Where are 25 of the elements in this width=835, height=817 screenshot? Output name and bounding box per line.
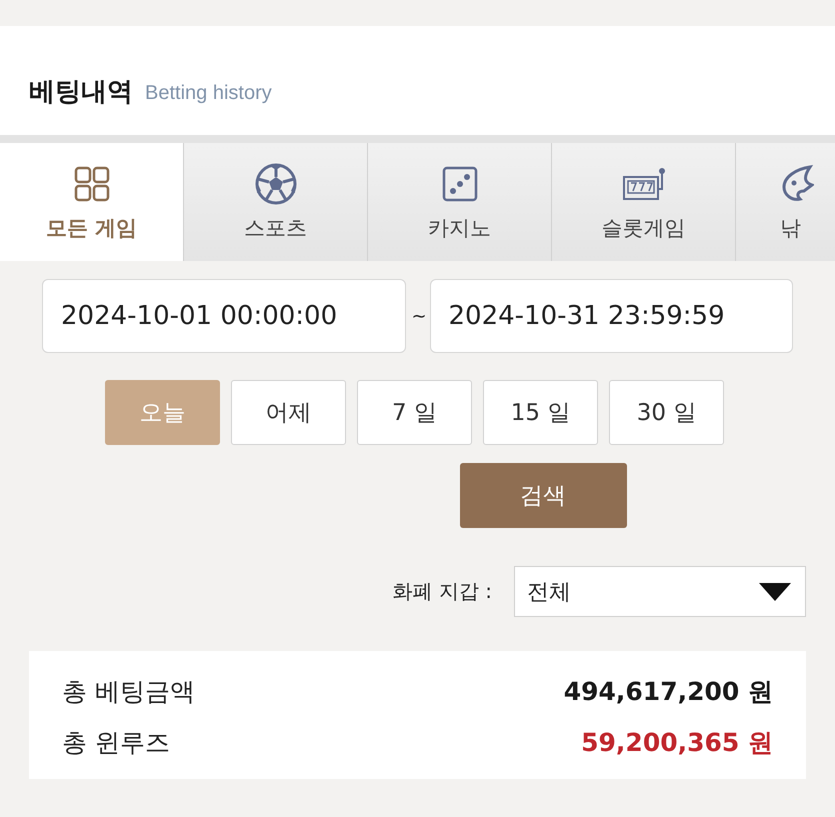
page-title: 베팅내역 [29,76,133,109]
soccer-ball-icon [254,163,296,205]
summary-label: 총 윈루즈 [62,727,170,759]
dice-icon [442,166,478,202]
date-range-button[interactable]: 어제 [231,380,346,445]
game-tab[interactable]: 슬롯게임 [552,143,736,261]
summary-value: 59,200,365 원 [581,727,773,759]
date-range-button[interactable]: 15 일 [483,380,598,445]
dropdown-arrow-icon [759,582,791,600]
currency-dropdown[interactable]: 전체 [514,566,806,617]
currency-label: 화폐 지갑 : [392,578,492,605]
game-tab[interactable]: 모든 게임 [0,143,184,261]
date-range-button[interactable]: 30 일 [609,380,724,445]
start-date-field[interactable]: 2024-10-01 00:00:00 [42,279,406,353]
summary-label: 총 베팅금액 [62,676,195,708]
range-separator: ~ [412,306,424,326]
end-date-field[interactable]: 2024-10-31 23:59:59 [430,279,793,353]
grid-icon [74,166,110,202]
slot-machine-icon [622,167,666,201]
search-button[interactable]: 검색 [460,463,626,528]
date-range-button[interactable]: 7 일 [357,380,472,445]
summary-value: 494,617,200 원 [564,676,773,708]
game-tab[interactable]: 카지노 [368,143,552,261]
game-tab[interactable]: 스포츠 [184,143,368,261]
page-subtitle: Betting history [145,81,272,105]
